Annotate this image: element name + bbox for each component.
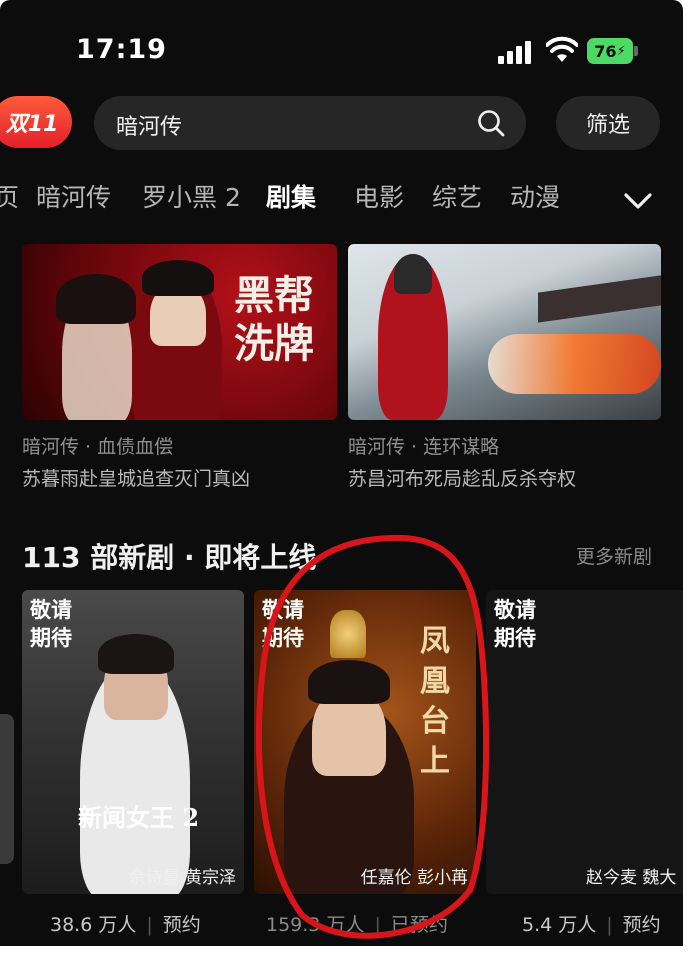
coming-soon-badge: 敬请期待 [494,598,536,650]
side-drawer-handle[interactable] [0,714,14,864]
status-bar: 17:19 76 ⚡ [0,0,683,90]
app-screen: 17:19 76 ⚡ 双11 暗河传 筛选 页 暗河传 罗小黑 2 剧集 电影 … [0,0,683,946]
filter-label: 筛选 [585,113,630,138]
reservation-stats-3: 5.4 万人 | 预约 [522,914,661,936]
chevron-down-icon[interactable] [618,184,658,218]
search-input[interactable]: 暗河传 [116,109,182,141]
coming-soon-badge: 敬请期待 [262,598,304,650]
featured-title-1[interactable]: 暗河传 · 血债血偿 [22,432,173,459]
status-time: 17:19 [76,34,167,65]
featured-thumbnail-1[interactable]: 黑帮洗牌 [22,244,337,420]
reservation-stats-1: 38.6 万人 | 预约 [50,914,201,936]
wifi-icon [546,36,578,62]
cast-names: 赵今麦 魏大 [586,868,677,888]
character-hat [394,254,432,294]
cast-names: 任嘉伦 彭小苒 [360,868,468,888]
coming-soon-badge: 敬请期待 [30,598,72,650]
character-hair [142,260,214,296]
reserve-button[interactable]: 预约 [623,914,661,936]
more-new-series-link[interactable]: 更多新剧 [576,542,652,569]
crown-ornament [330,610,366,658]
cast-names: 佘诗曼 黄宗泽 [128,868,236,888]
filter-button[interactable]: 筛选 [556,96,660,150]
poster-title: 凤凰台上 [420,624,450,779]
reserved-button[interactable]: 已预约 [391,914,448,936]
battery-icon: 76 ⚡ [587,38,633,64]
tab-anhezhuan[interactable]: 暗河传 [36,178,111,214]
section-title: 113 部新剧 · 即将上线 [22,541,317,574]
character-hair [98,634,174,674]
search-icon[interactable] [476,108,506,138]
roof-eave [538,275,661,323]
featured-subtitle-2: 苏昌河布死局趁乱反杀夺权 [348,468,577,490]
upcoming-poster-3[interactable]: 敬请期待 赵今麦 魏大 [486,590,683,894]
character-hair [56,274,136,324]
battery-level: 76 [594,41,617,61]
poster-title: 黑帮洗牌 [234,272,314,367]
tab-anime[interactable]: 动漫 [510,178,560,214]
promo-label: 双11 [5,112,59,137]
battery-cap [634,46,638,56]
reservation-count: 159.3 万人 [266,914,365,936]
tab-movies[interactable]: 电影 [354,178,404,214]
reservation-count: 5.4 万人 [522,914,597,936]
category-tabs: 页 暗河传 罗小黑 2 剧集 电影 综艺 动漫 [0,178,610,224]
featured-thumbnail-2[interactable] [348,244,661,420]
tab-variety[interactable]: 综艺 [432,178,482,214]
featured-subtitle-1: 苏暮雨赴皇城追查灭门真凶 [22,468,251,490]
double11-promo-button[interactable]: 双11 [0,96,72,148]
featured-title-2[interactable]: 暗河传 · 连环谋略 [348,432,499,459]
search-bar[interactable]: 暗河传 [94,96,526,150]
upcoming-poster-1[interactable]: 敬请期待 新闻女王 2 佘诗曼 黄宗泽 [22,590,244,894]
reservation-count: 38.6 万人 [50,914,137,936]
character-hair [308,660,390,704]
tab-luoxiaohei[interactable]: 罗小黑 2 [142,178,241,214]
tab-home-partial[interactable]: 页 [0,178,19,214]
tab-series[interactable]: 剧集 [266,178,316,214]
fire-effect [488,334,661,394]
upcoming-poster-2[interactable]: 敬请期待 凤凰台上 任嘉伦 彭小苒 [254,590,476,894]
poster-title: 新闻女王 2 [78,803,200,832]
cellular-signal-icon [498,40,536,64]
reservation-stats-2: 159.3 万人 | 已预约 [266,914,448,936]
charging-bolt-icon: ⚡ [616,43,626,59]
reserve-button[interactable]: 预约 [163,914,201,936]
